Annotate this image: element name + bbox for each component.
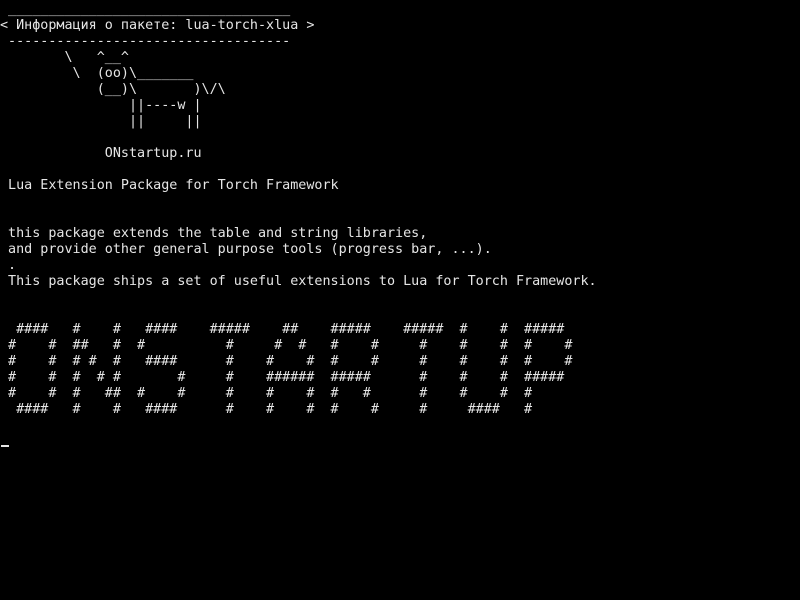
banner-line: #### # # #### # # # # # # #### # <box>0 402 533 417</box>
banner-line: # # ## # # # # # # # # # # # # <box>0 338 573 353</box>
description-line: . <box>0 258 17 273</box>
speech-bubble-bottom-border: ----------------------------------- <box>0 34 291 49</box>
banner-line: #### # # #### ##### ## ##### ##### # # #… <box>0 322 565 337</box>
cow-art-line: ||----w | <box>0 98 202 113</box>
terminal-cursor[interactable] <box>1 445 9 447</box>
onstartup-ascii-banner: #### # # #### ##### ## ##### ##### # # #… <box>0 322 572 418</box>
banner-line: # # # ## # # # # # # # # # # # <box>0 386 533 401</box>
speech-bubble-top-border: ___________________________________ <box>0 2 291 17</box>
site-label: ONstartup.ru <box>0 146 202 161</box>
package-info-title: < Информация о пакете: lua-torch-xlua > <box>0 18 315 33</box>
description-line: and provide other general purpose tools … <box>0 242 492 257</box>
cow-art-line: || || <box>0 114 202 129</box>
banner-line: # # # # # # # ###### ##### # # # ##### <box>0 370 565 385</box>
description-line: this package extends the table and strin… <box>0 226 428 241</box>
cow-art-line: (__)\ )\/\ <box>0 82 226 97</box>
banner-line: # # # # # #### # # # # # # # # # # <box>0 354 573 369</box>
cow-art-line: \ (oo)\_______ <box>0 66 194 81</box>
cow-art-line: \ ^__^ <box>0 50 129 65</box>
cow-ascii-art: \ ^__^ \ (oo)\_______ (__)\ )\/\ ||----w… <box>0 50 226 130</box>
terminal-screen: ___________________________________ < Ин… <box>0 0 800 600</box>
description-line: This package ships a set of useful exten… <box>0 274 597 289</box>
package-heading: Lua Extension Package for Torch Framewor… <box>0 178 339 193</box>
